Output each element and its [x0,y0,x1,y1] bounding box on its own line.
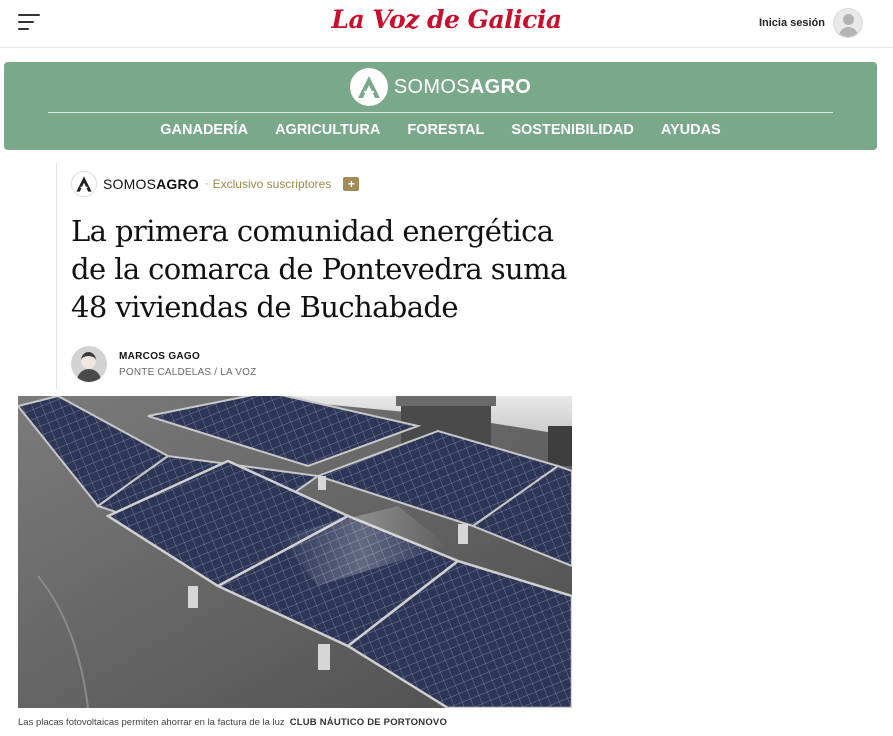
article-photo[interactable] [18,396,572,708]
banner-divider [48,112,833,113]
nav-item-sostenibilidad[interactable]: SOSTENIBILIDAD [511,122,633,138]
photo-caption: Las placas fotovoltaicas permiten ahorra… [18,717,447,728]
nav-item-agricultura[interactable]: AGRICULTURA [275,122,380,138]
login-label: Inicia sesión [758,17,825,29]
section-logo-text: SOMOSAGRO [394,76,531,99]
section-logo-prefix: SOMOS [393,75,470,98]
user-avatar-icon [833,8,863,38]
article-byline: MARCOS GAGO PONTE CALDELAS / LA VOZ [71,346,256,382]
author-location: PONTE CALDELAS / LA VOZ [119,366,257,378]
author-avatar[interactable] [71,346,107,382]
author-name[interactable]: MARCOS GAGO [119,351,256,362]
login-button[interactable]: Inicia sesión [759,8,863,38]
section-logo-suffix: AGRO [469,75,532,98]
caption-text: Las placas fotovoltaicas permiten ahorra… [18,717,285,728]
kicker-brand[interactable]: SOMOSAGRO [103,176,199,192]
site-logo[interactable]: La Voz de Galicia [331,5,562,34]
author-info: MARCOS GAGO PONTE CALDELAS / LA VOZ [119,351,256,378]
kicker-separator: · [204,178,209,190]
exclusive-label: Exclusivo suscriptores [212,177,332,191]
article-kicker: SOMOSAGRO · Exclusivo suscriptores + [71,171,360,197]
nav-item-ayudas[interactable]: AYUDAS [661,122,721,138]
photo-credit: CLUB NÁUTICO DE PORTONOVO [289,717,448,728]
article-divider [56,162,57,390]
section-banner: SOMOSAGRO GANADERÍA AGRICULTURA FORESTAL… [4,62,877,150]
section-nav: GANADERÍA AGRICULTURA FORESTAL SOSTENIBI… [4,122,877,138]
hamburger-menu-icon[interactable] [18,14,40,32]
nav-item-forestal[interactable]: FORESTAL [407,122,484,138]
kicker-brand-prefix: SOMOS [103,176,157,192]
article-headline: La primera comunidad energética de la co… [71,214,567,324]
somosagro-kicker-icon [71,171,97,197]
top-bar: La Voz de Galicia Inicia sesión [0,0,893,48]
section-logo[interactable]: SOMOSAGRO [4,68,877,106]
kicker-brand-suffix: AGRO [156,176,199,192]
somosagro-logo-icon [349,68,388,106]
nav-item-ganaderia[interactable]: GANADERÍA [160,122,248,138]
premium-plus-badge: + [343,177,360,191]
